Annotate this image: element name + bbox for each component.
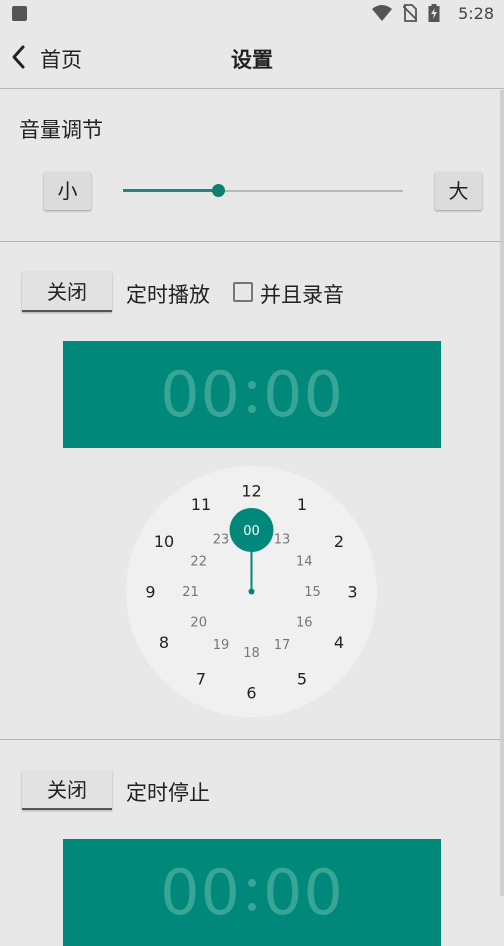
- volume-title: 音量调节: [19, 118, 103, 142]
- clock-hour-inner[interactable]: 23: [213, 532, 230, 547]
- clock-hour-outer[interactable]: 8: [159, 633, 169, 652]
- battery-icon: [428, 4, 440, 22]
- hours-value[interactable]: 00: [160, 358, 241, 431]
- volume-down-button[interactable]: 小: [44, 172, 91, 210]
- clock-hour-outer[interactable]: 2: [334, 532, 344, 551]
- no-sim-icon: [402, 4, 417, 22]
- clock-hour-inner[interactable]: 18: [243, 646, 260, 661]
- clock-hour-inner[interactable]: 20: [190, 616, 207, 631]
- timer-play-time-display: 00 00: [63, 341, 441, 448]
- clock-hour-inner[interactable]: 15: [304, 585, 321, 600]
- status-icons: [366, 4, 440, 22]
- timer-stop-time-display: 00 00: [63, 839, 441, 946]
- volume-slider[interactable]: [123, 180, 403, 202]
- timer-stop-label: 定时停止: [126, 781, 210, 805]
- clock-picker[interactable]: 1212345678910111314151617181920212223 00: [126, 466, 377, 717]
- clock-hour-outer[interactable]: 1: [297, 495, 307, 514]
- wifi-icon: [371, 5, 392, 21]
- clock-hour-outer[interactable]: 10: [154, 532, 174, 551]
- clock-hour-inner[interactable]: 19: [213, 638, 230, 653]
- clock-hour-inner[interactable]: 13: [274, 532, 291, 547]
- clock-hour-outer[interactable]: 6: [246, 683, 256, 702]
- volume-up-button[interactable]: 大: [435, 172, 482, 210]
- clock-hour-inner[interactable]: 17: [274, 638, 291, 653]
- timer-play-toggle-button[interactable]: 关闭: [22, 272, 112, 312]
- record-label[interactable]: 并且录音: [260, 279, 344, 309]
- divider: [0, 241, 500, 242]
- timer-stop-toggle-button[interactable]: 关闭: [22, 770, 112, 810]
- hours-value[interactable]: 00: [160, 856, 241, 929]
- status-time: 5:28: [458, 4, 494, 23]
- clock-hour-outer[interactable]: 12: [241, 481, 261, 500]
- minutes-value[interactable]: 00: [263, 856, 344, 929]
- record-checkbox[interactable]: [233, 282, 253, 302]
- clock-center-dot: [248, 588, 255, 595]
- scrollbar[interactable]: [500, 90, 504, 896]
- status-bar: 5:28: [0, 0, 504, 26]
- divider: [0, 739, 500, 740]
- page-title: 设置: [231, 48, 273, 72]
- clock-hour-outer[interactable]: 9: [145, 582, 155, 601]
- clock-selected-label: 00: [243, 524, 260, 539]
- slider-fill: [123, 189, 219, 192]
- clock-hour-outer[interactable]: 11: [191, 495, 211, 514]
- app-bar: 首页 设置: [0, 26, 504, 89]
- time-separator: [241, 365, 263, 425]
- clock-hour-inner[interactable]: 14: [296, 555, 313, 570]
- clock-hour-outer[interactable]: 7: [196, 670, 206, 689]
- clock-hour-outer[interactable]: 5: [297, 670, 307, 689]
- clock-hour-inner[interactable]: 21: [182, 585, 199, 600]
- clock-hour-inner[interactable]: 16: [296, 616, 313, 631]
- clock-hour-outer[interactable]: 3: [347, 582, 357, 601]
- clock-hour-outer[interactable]: 4: [334, 633, 344, 652]
- slider-thumb[interactable]: [212, 184, 226, 197]
- clock-hour-inner[interactable]: 22: [190, 555, 207, 570]
- time-separator: [241, 863, 263, 923]
- minutes-value[interactable]: 00: [263, 358, 344, 431]
- square-icon: [12, 6, 27, 21]
- timer-play-label: 定时播放: [126, 283, 210, 307]
